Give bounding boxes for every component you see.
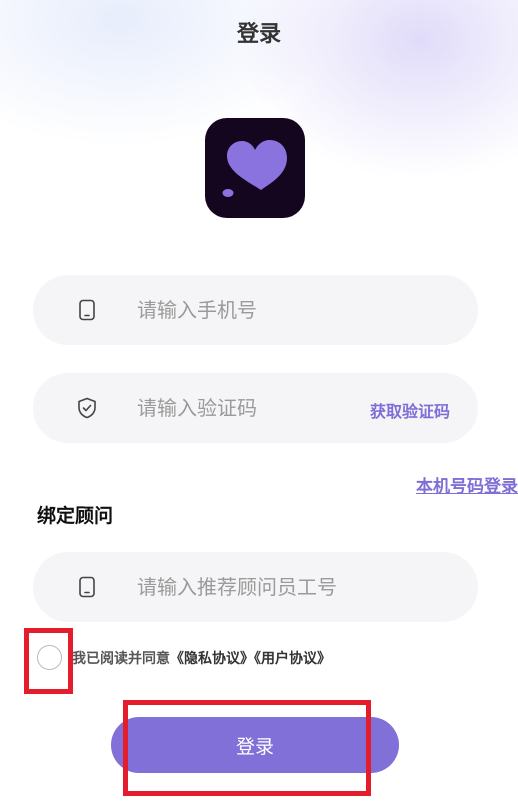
- page-title: 登录: [236, 22, 281, 47]
- agreement-row: 我已阅读并同意《隐私协议》《用户协议》: [30, 640, 510, 680]
- heart-icon: [222, 140, 287, 197]
- agreement-text: 我已阅读并同意《隐私协议》《用户协议》: [72, 651, 331, 667]
- privacy-agreement-link[interactable]: 《隐私协议》: [170, 651, 254, 667]
- advisor-id-input[interactable]: 请输入推荐顾问员工号: [137, 574, 337, 600]
- app-logo: [205, 118, 305, 218]
- bind-advisor-label: 绑定顾问: [37, 505, 114, 527]
- code-field[interactable]: 请输入验证码 获取验证码: [33, 373, 478, 443]
- phone-input[interactable]: 请输入手机号: [137, 297, 257, 323]
- get-code-button[interactable]: 获取验证码: [370, 398, 450, 422]
- user-agreement-link[interactable]: 《用户协议》: [254, 651, 331, 667]
- local-number-login-link[interactable]: 本机号码登录: [416, 472, 518, 497]
- highlight-box-login: [123, 700, 371, 796]
- phone-field[interactable]: 请输入手机号: [33, 275, 478, 345]
- advisor-field[interactable]: 请输入推荐顾问员工号: [33, 552, 478, 622]
- code-input[interactable]: 请输入验证码: [137, 395, 257, 421]
- shield-icon: [75, 396, 99, 420]
- highlight-box-radio: [24, 628, 73, 694]
- phone-icon: [75, 298, 99, 322]
- phone-icon: [75, 575, 99, 599]
